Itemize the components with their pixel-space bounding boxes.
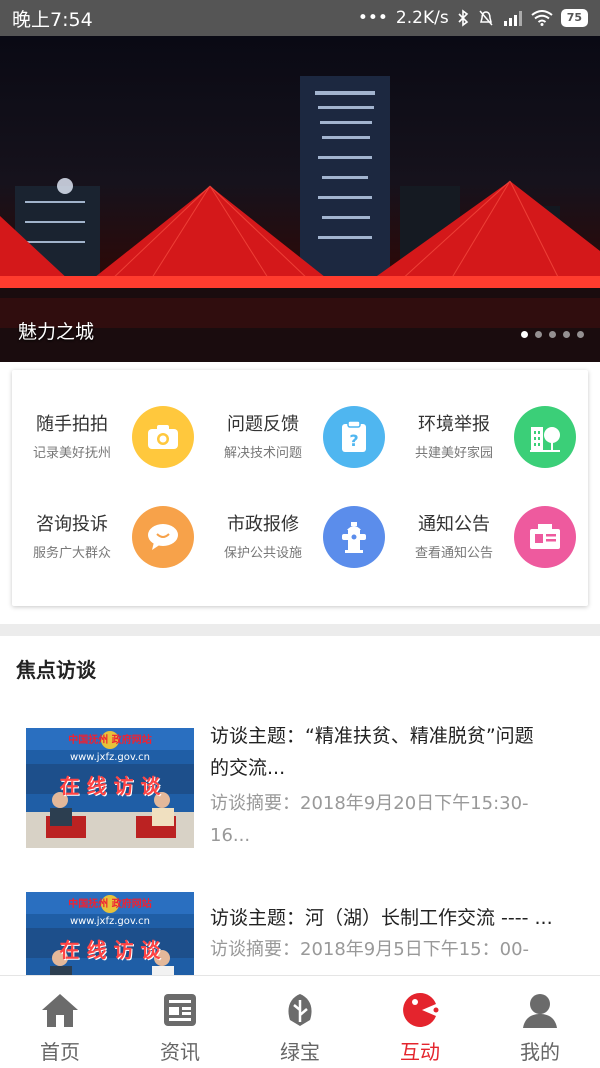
- service-subtitle: 共建美好家园: [414, 446, 493, 461]
- camera-icon: [132, 406, 194, 468]
- tab-label: 我的: [520, 1040, 560, 1064]
- thumb-banner: 在 线 访 谈: [59, 938, 161, 962]
- service-feedback[interactable]: 问题反馈 解决技术问题 ?: [203, 370, 393, 468]
- service-notice[interactable]: 通知公告 查看通知公告: [394, 470, 584, 568]
- service-repair[interactable]: 市政报修 保护公共设施: [203, 470, 393, 568]
- carousel-dot[interactable]: [521, 331, 528, 338]
- article-title: 访谈主题：河（湖）长制工作交流 ---- ...: [210, 907, 553, 929]
- article-summary-line: 访谈摘要：2018年9月20日下午15:30-: [210, 793, 529, 814]
- building-tree-icon: [514, 406, 576, 468]
- service-title: 环境举报: [418, 414, 490, 435]
- home-icon: [42, 994, 78, 1027]
- status-time: 晚上7:54: [12, 8, 93, 31]
- svg-text:?: ?: [349, 431, 358, 450]
- thumb-header: 中国抚州 政府网站: [68, 735, 152, 746]
- interaction-icon: [403, 992, 439, 1027]
- article-item[interactable]: 中国抚州 政府网站 www.jxfz.gov.cn 在 线 访 谈 访谈主题：“…: [0, 700, 600, 880]
- service-subtitle: 记录美好抚州: [32, 446, 111, 461]
- chat-bubble-icon: [132, 506, 194, 568]
- bluetooth-icon: [458, 9, 468, 27]
- carousel-dot[interactable]: [535, 331, 542, 338]
- service-subtitle: 服务广大群众: [32, 546, 111, 561]
- more-dots-icon: •••: [357, 8, 388, 28]
- tab-label: 资讯: [160, 1040, 200, 1064]
- service-title: 咨询投诉: [36, 514, 108, 535]
- service-title: 通知公告: [418, 514, 490, 535]
- article-title-line: 的交流...: [210, 757, 286, 779]
- tab-label: 首页: [40, 1040, 80, 1064]
- service-subtitle: 解决技术问题: [223, 446, 302, 461]
- thumb-banner: 在 线 访 谈: [59, 774, 161, 798]
- wifi-icon: [531, 10, 553, 26]
- status-bar: 晚上7:54 ••• 2.2K/s 75: [0, 0, 600, 36]
- user-icon: [523, 994, 557, 1028]
- article-thumbnail: 中国抚州 政府网站 www.jxfz.gov.cn 在 线 访 谈: [26, 892, 194, 975]
- service-subtitle: 保护公共设施: [223, 546, 302, 561]
- tab-label: 绿宝: [280, 1040, 320, 1064]
- service-photo[interactable]: 随手拍拍 记录美好抚州: [12, 370, 202, 468]
- mute-icon: [479, 10, 493, 26]
- tab-home[interactable]: 首页: [0, 976, 120, 1068]
- article-summary-line: 16...: [210, 825, 251, 846]
- carousel-indicator: [521, 331, 584, 338]
- battery-icon: 75: [560, 9, 588, 27]
- article-title-line: 访谈主题：“精准扶贫、精准脱贫”问题: [210, 725, 534, 747]
- service-subtitle: 查看通知公告: [414, 546, 493, 561]
- section-title-focus: 焦点访谈: [16, 658, 96, 682]
- banner-caption: 魅力之城: [18, 321, 95, 343]
- question-clipboard-icon: ?: [323, 406, 385, 468]
- fire-hydrant-icon: [323, 506, 385, 568]
- thumb-url: www.jxfz.gov.cn: [69, 916, 151, 927]
- tab-interaction[interactable]: 互动: [360, 976, 480, 1068]
- banner-image: [0, 76, 600, 362]
- network-speed: 2.2K/s: [395, 8, 449, 28]
- service-title: 随手拍拍: [36, 414, 108, 435]
- banner-carousel[interactable]: 魅力之城: [0, 36, 600, 362]
- signal-icon: [503, 11, 522, 26]
- bottom-tab-bar: 首页 资讯 绿宝 互动 我的: [0, 975, 600, 1068]
- article-item[interactable]: 中国抚州 政府网站 www.jxfz.gov.cn 在 线 访 谈 访谈主题：河…: [0, 880, 600, 975]
- carousel-dot[interactable]: [563, 331, 570, 338]
- thumb-url: www.jxfz.gov.cn: [69, 752, 151, 763]
- article-summary: 访谈摘要：2018年9月20日下午15:30- 16...: [210, 788, 580, 852]
- article-title: 访谈主题：“精准扶贫、精准脱贫”问题 的交流...: [210, 720, 580, 784]
- thumb-header: 中国抚州 政府网站: [68, 899, 152, 910]
- service-title: 问题反馈: [227, 414, 299, 435]
- news-icon: [164, 994, 196, 1026]
- section-divider: [0, 624, 600, 636]
- service-environment[interactable]: 环境举报 共建美好家园: [394, 370, 584, 468]
- service-grid: 随手拍拍 记录美好抚州 问题反馈 解决技术问题 ? 环境举报 共建美好家园 咨询…: [12, 370, 588, 606]
- status-right: ••• 2.2K/s 75: [358, 8, 588, 28]
- leaf-icon: [288, 994, 312, 1026]
- service-consult[interactable]: 咨询投诉 服务广大群众: [12, 470, 202, 568]
- carousel-dot[interactable]: [549, 331, 556, 338]
- tab-mine[interactable]: 我的: [480, 976, 600, 1068]
- article-thumbnail: 中国抚州 政府网站 www.jxfz.gov.cn 在 线 访 谈: [26, 728, 194, 848]
- tab-news[interactable]: 资讯: [120, 976, 240, 1068]
- tab-lvbao[interactable]: 绿宝: [240, 976, 360, 1068]
- article-summary: 访谈摘要：2018年9月5日下午15：00-: [210, 939, 530, 960]
- carousel-dot[interactable]: [577, 331, 584, 338]
- service-title: 市政报修: [227, 514, 299, 535]
- tab-label: 互动: [400, 1040, 440, 1064]
- notice-board-icon: [514, 506, 576, 568]
